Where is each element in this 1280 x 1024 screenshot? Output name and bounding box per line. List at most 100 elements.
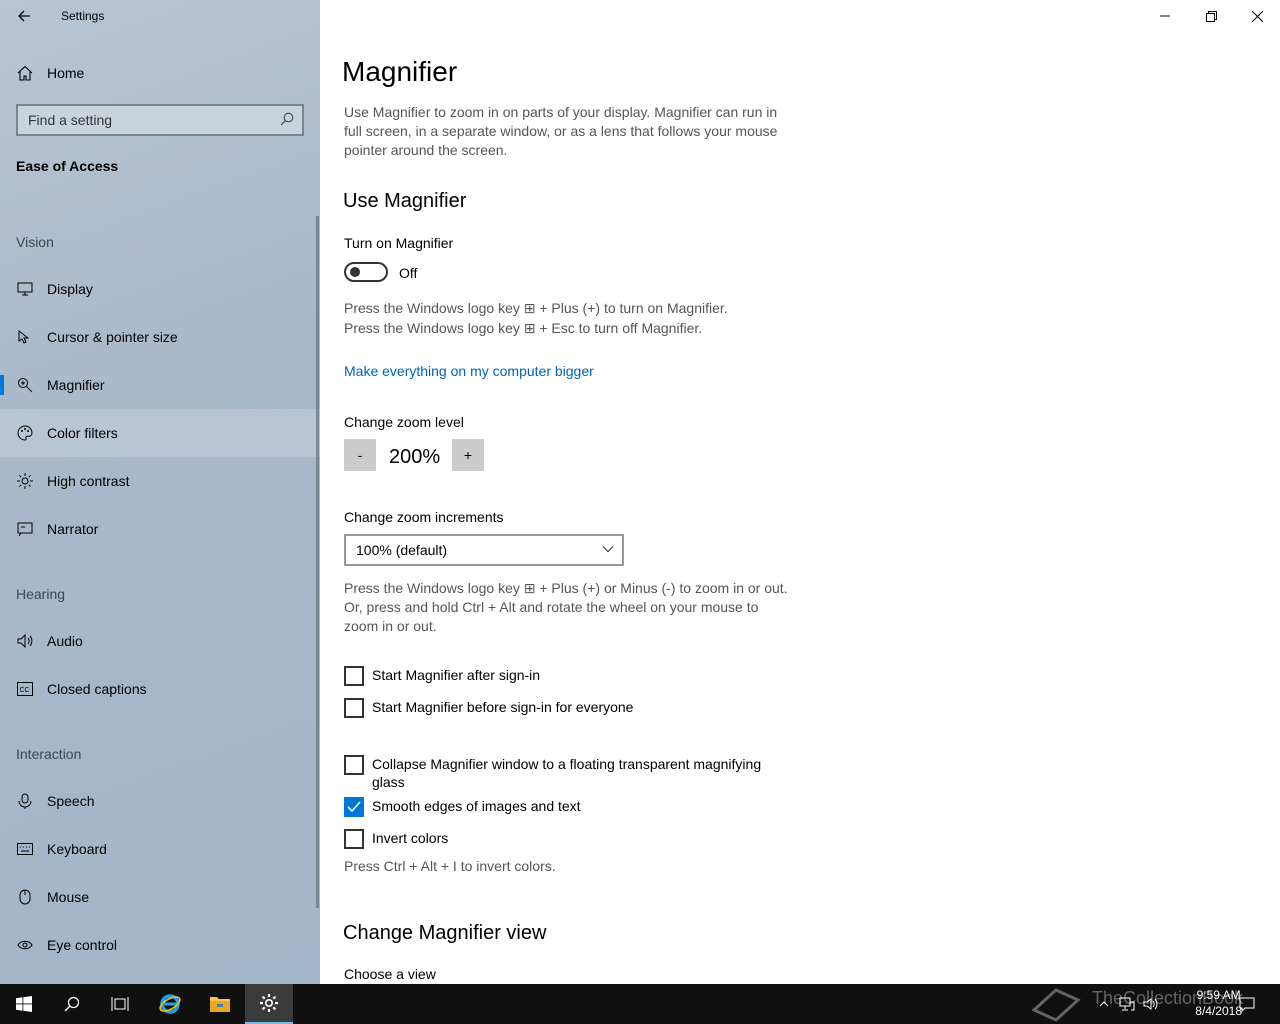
group-heading-hearing: Hearing xyxy=(16,586,66,602)
minimize-icon xyxy=(1160,15,1170,17)
checkbox[interactable] xyxy=(344,755,364,775)
zoom-increments-dropdown[interactable]: 100% (default) xyxy=(344,534,624,566)
sidebar-item-label: Keyboard xyxy=(47,841,107,857)
checkbox[interactable] xyxy=(344,797,364,817)
keyboard-icon xyxy=(16,840,34,858)
sidebar-item-narrator[interactable]: Narrator xyxy=(0,505,320,553)
checkbox-label: Collapse Magnifier window to a floating … xyxy=(372,756,762,790)
sidebar-item-color-filters[interactable]: Color filters xyxy=(0,409,320,457)
settings-taskbar-button[interactable] xyxy=(245,984,293,1024)
start-button[interactable] xyxy=(0,984,48,1024)
sidebar-item-label: Speech xyxy=(47,793,95,809)
zoom-out-button[interactable]: - xyxy=(344,439,376,471)
network-button[interactable] xyxy=(1116,984,1138,1024)
sidebar-item-magnifier[interactable]: Magnifier xyxy=(0,361,320,409)
speaker-icon xyxy=(16,632,34,650)
restore-button[interactable] xyxy=(1188,0,1234,32)
sidebar-item-display[interactable]: Display xyxy=(0,265,320,313)
taskbar: TheCollectionBook 9:59 AM 8/4/2018 xyxy=(0,984,1280,1024)
close-button[interactable] xyxy=(1234,0,1280,32)
checkbox-start-before-signin[interactable]: Start Magnifier before sign-in for every… xyxy=(344,698,792,718)
sidebar-item-eye-control[interactable]: Eye control xyxy=(0,921,320,969)
invert-hint-text: Press Ctrl + Alt + I to invert colors. xyxy=(344,858,556,874)
sidebar-item-cursor[interactable]: Cursor & pointer size xyxy=(0,313,320,361)
magnifier-icon xyxy=(16,376,34,394)
volume-button[interactable] xyxy=(1140,984,1162,1024)
search-icon xyxy=(64,996,80,1012)
title-bar: Settings xyxy=(0,0,320,32)
sidebar-scrollbar[interactable] xyxy=(316,216,319,908)
speaker-icon xyxy=(1143,998,1158,1010)
zoom-level-label: Change zoom level xyxy=(344,414,464,430)
notification-icon xyxy=(1239,997,1255,1012)
checkbox-label: Start Magnifier after sign-in xyxy=(372,667,541,683)
palette-icon xyxy=(16,424,34,442)
turn-on-label: Turn on Magnifier xyxy=(344,235,454,251)
sidebar-item-mouse[interactable]: Mouse xyxy=(0,873,320,921)
monitor-icon xyxy=(16,280,34,298)
svg-text:CC: CC xyxy=(20,687,30,694)
sidebar-item-label: Magnifier xyxy=(47,377,105,393)
checkbox-invert-colors[interactable]: Invert colors xyxy=(344,829,792,849)
search-taskbar-button[interactable] xyxy=(48,984,96,1024)
shortcut-off-text: Press the Windows logo key ⊞ + Esc to tu… xyxy=(344,320,703,336)
back-arrow-icon xyxy=(18,10,30,22)
search-icon xyxy=(280,112,294,126)
minimize-button[interactable] xyxy=(1142,0,1188,32)
toggle-state-text: Off xyxy=(399,265,418,281)
magnifier-toggle[interactable] xyxy=(344,262,388,282)
action-center-button[interactable] xyxy=(1236,984,1258,1024)
main-content: Magnifier Use Magnifier to zoom in on pa… xyxy=(320,0,1280,984)
sidebar-item-label: Closed captions xyxy=(47,681,147,697)
sidebar-item-speech[interactable]: Speech xyxy=(0,777,320,825)
make-bigger-link[interactable]: Make everything on my computer bigger xyxy=(344,363,594,379)
internet-explorer-icon xyxy=(159,994,181,1014)
clock[interactable]: 9:59 AM 8/4/2018 xyxy=(1195,987,1242,1019)
page-title: Magnifier xyxy=(342,56,458,87)
task-view-icon xyxy=(111,997,129,1011)
checkbox[interactable] xyxy=(344,666,364,686)
checkbox[interactable] xyxy=(344,829,364,849)
chevron-up-icon xyxy=(1099,1001,1109,1007)
search-input[interactable]: Find a setting xyxy=(16,104,304,136)
shortcut-on-text: Press the Windows logo key ⊞ + Plus (+) … xyxy=(344,300,728,316)
clock-time: 9:59 AM xyxy=(1196,988,1241,1002)
sidebar-item-home[interactable]: Home xyxy=(0,49,320,97)
checkbox-smooth-edges[interactable]: Smooth edges of images and text xyxy=(344,797,792,817)
folder-icon xyxy=(210,997,230,1012)
network-icon xyxy=(1119,997,1135,1011)
checkbox-collapse-window[interactable]: Collapse Magnifier window to a floating … xyxy=(344,755,792,791)
checkbox-start-after-signin[interactable]: Start Magnifier after sign-in xyxy=(344,666,792,686)
sidebar-item-label: High contrast xyxy=(47,473,130,489)
group-heading-vision: Vision xyxy=(16,234,54,250)
dropdown-value: 100% (default) xyxy=(356,542,448,558)
task-view-button[interactable] xyxy=(96,984,144,1024)
checkbox-label: Invert colors xyxy=(372,830,449,846)
zoom-level-value: 200% xyxy=(389,446,441,468)
sidebar-item-closed-captions[interactable]: CC Closed captions xyxy=(0,665,320,713)
sidebar-item-audio[interactable]: Audio xyxy=(0,617,320,665)
checkbox-label: Smooth edges of images and text xyxy=(372,798,581,814)
sidebar-item-label: Cursor & pointer size xyxy=(47,329,178,345)
choose-view-label: Choose a view xyxy=(344,966,436,982)
zoom-increments-label: Change zoom increments xyxy=(344,509,504,525)
file-explorer-button[interactable] xyxy=(196,984,244,1024)
intro-text: Use Magnifier to zoom in on parts of you… xyxy=(344,104,778,158)
edge-browser-button[interactable] xyxy=(146,984,194,1024)
zoom-in-button[interactable]: + xyxy=(452,439,484,471)
sidebar-item-label: Eye control xyxy=(47,937,118,953)
book-watermark-icon xyxy=(1031,988,1081,1022)
windows-logo-icon xyxy=(16,996,32,1012)
close-icon xyxy=(1251,10,1263,22)
section-title: Ease of Access xyxy=(16,158,119,174)
sidebar-item-label: Narrator xyxy=(47,521,99,537)
show-hidden-icons-button[interactable] xyxy=(1094,984,1114,1024)
sidebar-item-label: Display xyxy=(47,281,93,297)
sidebar-item-high-contrast[interactable]: High contrast xyxy=(0,457,320,505)
microphone-icon xyxy=(16,792,34,810)
clock-date: 8/4/2018 xyxy=(1195,1004,1242,1018)
sidebar-item-keyboard[interactable]: Keyboard xyxy=(0,825,320,873)
back-button[interactable] xyxy=(10,4,38,28)
checkbox[interactable] xyxy=(344,698,364,718)
group-heading-interaction: Interaction xyxy=(16,746,82,762)
